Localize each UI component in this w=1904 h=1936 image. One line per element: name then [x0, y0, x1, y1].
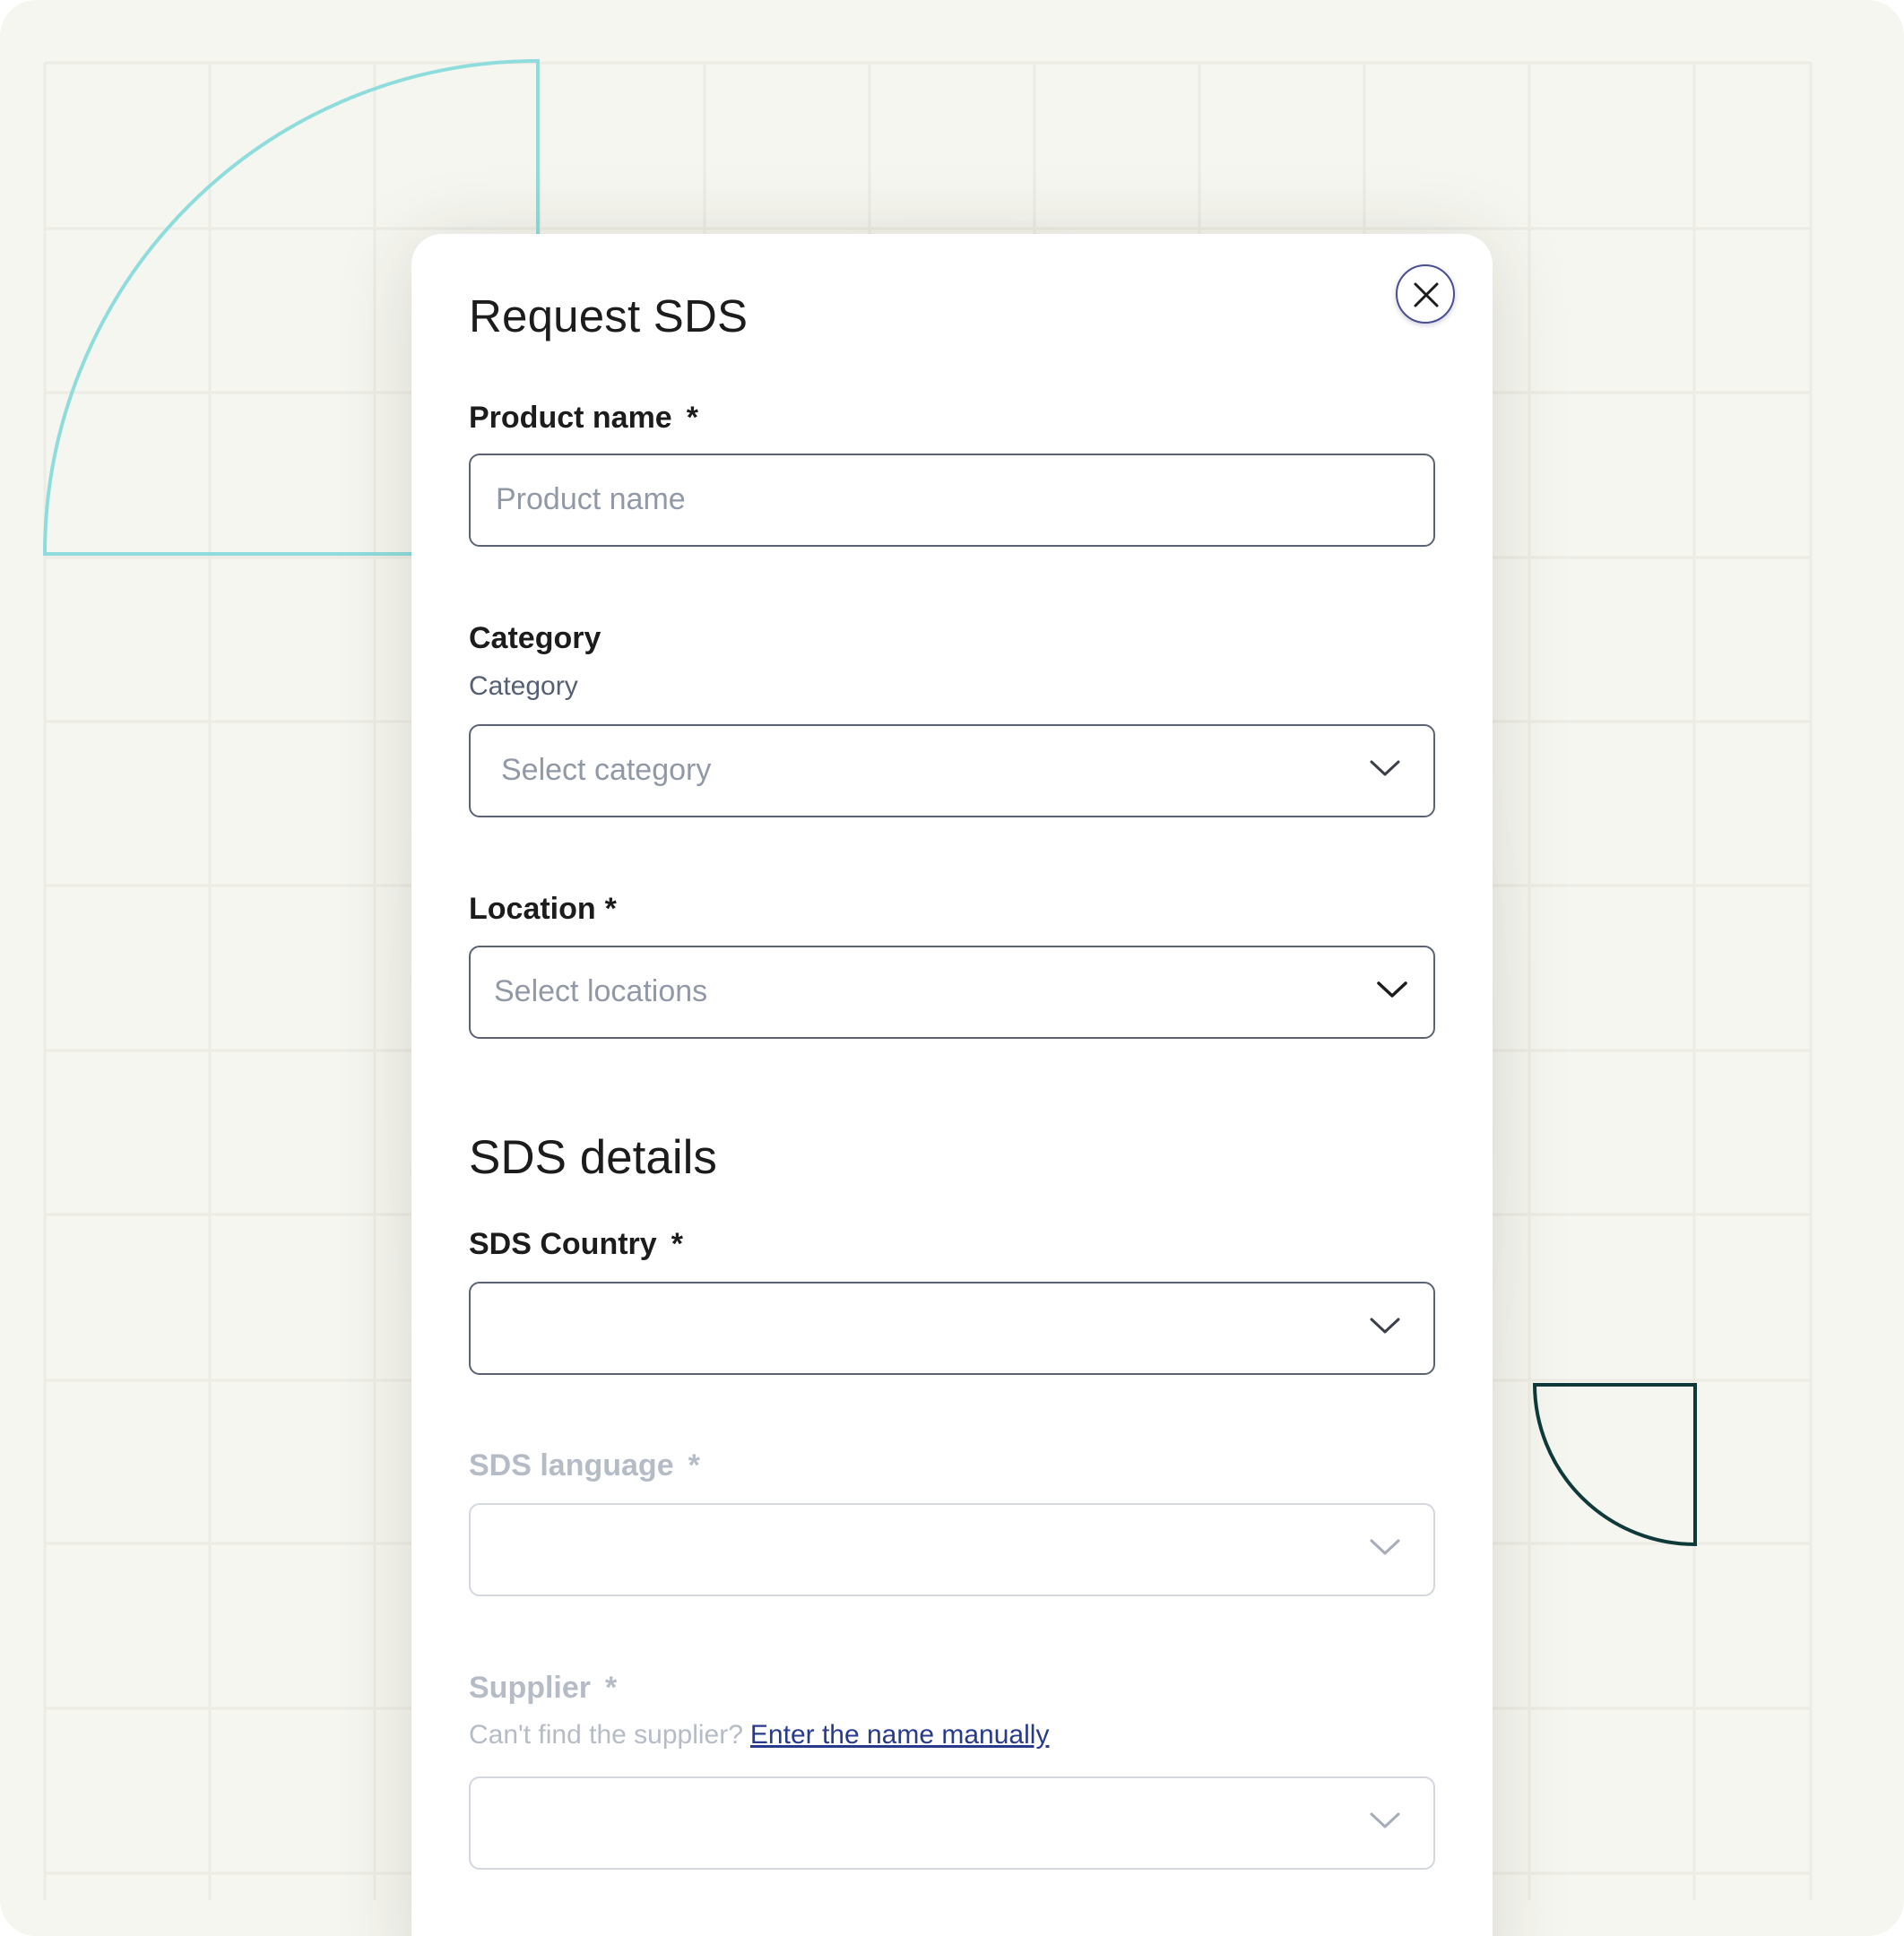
chevron-down-icon — [1370, 760, 1400, 776]
chevron-down-icon — [1370, 1539, 1400, 1555]
product-name-label: Product name * — [469, 401, 698, 436]
modal-title: Request SDS — [469, 290, 749, 341]
category-select[interactable]: Select category — [469, 724, 1435, 817]
sds-language-select[interactable] — [469, 1503, 1435, 1596]
close-button[interactable] — [1396, 264, 1455, 324]
supplier-label: Supplier * — [469, 1671, 617, 1706]
category-label: Category — [469, 621, 601, 655]
sds-details-heading: SDS details — [469, 1131, 717, 1184]
sds-country-label: SDS Country * — [469, 1227, 683, 1262]
supplier-helper-text: Can't find the supplier? — [469, 1720, 743, 1750]
required-mark: * — [604, 892, 617, 926]
sds-country-select[interactable] — [469, 1282, 1435, 1375]
location-label-text: Location — [469, 892, 596, 926]
supplier-helper: Can't find the supplier? Enter the name m… — [469, 1720, 1049, 1750]
location-placeholder: Select locations — [494, 974, 708, 1008]
chevron-down-icon — [1370, 1812, 1400, 1828]
supplier-label-text: Supplier — [469, 1671, 592, 1705]
enter-name-manually-link[interactable]: Enter the name manually — [750, 1720, 1050, 1750]
product-name-placeholder: Product name — [496, 482, 686, 516]
supplier-select[interactable] — [469, 1776, 1435, 1870]
chevron-down-icon — [1377, 981, 1407, 998]
required-mark: * — [671, 1227, 683, 1261]
product-name-label-text: Product name — [469, 401, 672, 435]
sds-language-label-text: SDS language — [469, 1448, 674, 1482]
required-mark: * — [688, 1448, 700, 1482]
background-canvas: Request SDS Product name * Product name C… — [0, 0, 1904, 1936]
dark-quarter-circle — [1532, 1383, 1697, 1547]
required-mark: * — [686, 401, 698, 435]
required-mark: * — [605, 1671, 618, 1705]
product-name-input[interactable]: Product name — [469, 454, 1435, 547]
location-label: Location * — [469, 892, 617, 927]
category-placeholder: Select category — [501, 753, 712, 787]
category-helper-text: Category — [469, 671, 578, 701]
sds-language-label: SDS language * — [469, 1448, 700, 1483]
close-icon — [1414, 282, 1439, 307]
chevron-down-icon — [1370, 1318, 1400, 1334]
request-sds-modal: Request SDS Product name * Product name C… — [411, 234, 1493, 1936]
location-select[interactable]: Select locations — [469, 946, 1435, 1039]
sds-country-label-text: SDS Country — [469, 1227, 657, 1261]
